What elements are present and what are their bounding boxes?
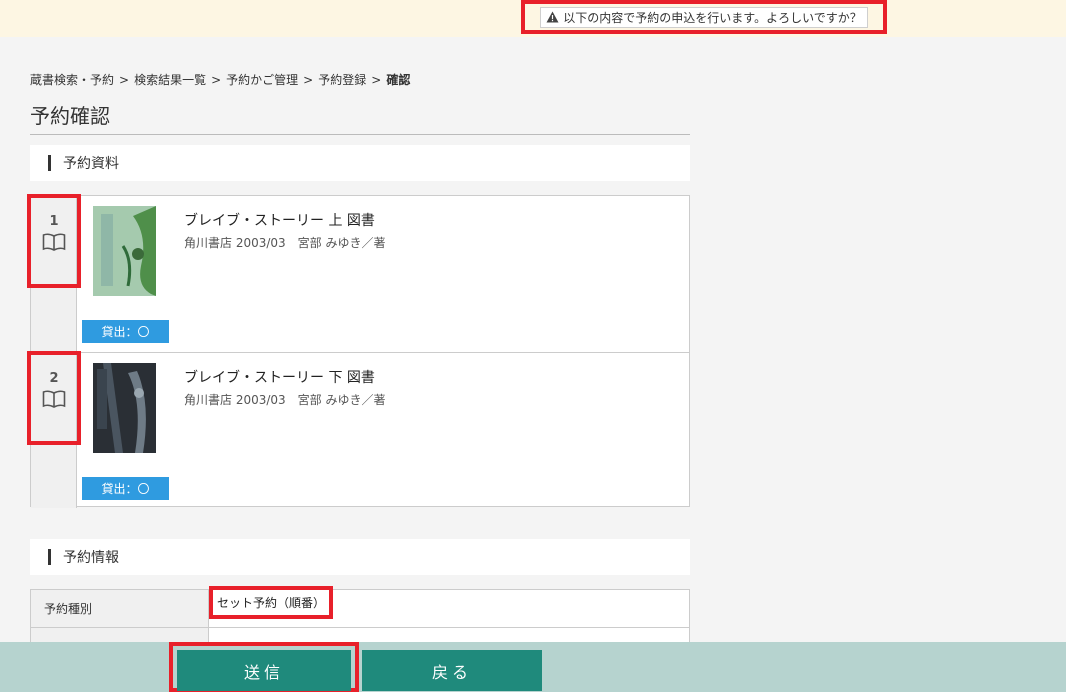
send-button[interactable]: 送信 [177, 650, 351, 691]
breadcrumb-results[interactable]: 検索結果一覧 [134, 73, 206, 87]
item-title-link[interactable]: ブレイブ・ストーリー 下 図書 [184, 367, 375, 387]
item-number: 1 [49, 214, 59, 229]
breadcrumb-search[interactable]: 蔵書検索・予約 [30, 73, 114, 87]
item-body: 貸出：〇 ブレイブ・ストーリー 下 図書 角川書店 2003/03 宮部 みゆき… [77, 353, 689, 508]
item-number: 2 [49, 371, 59, 386]
notice-message: 以下の内容で予約の申込を行います。よろしいですか？ [540, 6, 868, 28]
breadcrumb: 蔵書検索・予約 > 検索結果一覧 > 予約かご管理 > 予約登録 > 確認 [30, 71, 410, 88]
loan-status-badge: 貸出：〇 [82, 477, 169, 500]
book-cover-image[interactable] [93, 363, 156, 453]
confirmation-notice: 以下の内容で予約の申込を行います。よろしいですか？ [521, 0, 887, 34]
info-value: セット予約（順番） [209, 586, 333, 619]
page-title: 予約確認 [30, 100, 690, 135]
item-title-link[interactable]: ブレイブ・ストーリー 上 図書 [184, 210, 375, 230]
info-label: 予約種別 [31, 590, 209, 627]
loan-status-badge: 貸出：〇 [82, 320, 169, 343]
item-number-cell: 2 [27, 351, 81, 508]
item-number-cell: 1 [27, 194, 81, 352]
book-icon [42, 233, 66, 251]
item-body: 貸出：〇 ブレイブ・ストーリー 上 図書 角川書店 2003/03 宮部 みゆき… [77, 196, 689, 352]
breadcrumb-basket[interactable]: 予約かご管理 [226, 73, 298, 87]
item-number-box: 2 [27, 351, 81, 445]
breadcrumb-separator: > [211, 73, 222, 87]
back-button[interactable]: 戻る [362, 650, 542, 691]
book-cover-image[interactable] [93, 206, 156, 296]
info-row-type: 予約種別 セット予約（順番） [31, 586, 689, 627]
breadcrumb-separator: > [119, 73, 130, 87]
item-meta: 角川書店 2003/03 宮部 みゆき／著 [184, 236, 386, 250]
section-title: 予約情報 [63, 550, 119, 566]
breadcrumb-separator: > [371, 73, 382, 87]
item-meta: 角川書店 2003/03 宮部 みゆき／著 [184, 393, 386, 407]
section-header-info: 予約情報 [30, 539, 690, 575]
breadcrumb-separator: > [303, 73, 314, 87]
reservation-items: 1 貸出：〇 ブレイブ・ストーリー 上 図書 角川書店 2003/03 宮部 み… [27, 194, 690, 508]
section-bar [48, 549, 51, 565]
notice-text: 以下の内容で予約の申込を行います。よろしいですか？ [563, 10, 862, 25]
section-bar [48, 155, 51, 171]
info-value-cell: セット予約（順番） [209, 586, 689, 627]
item-number-box: 1 [27, 194, 81, 288]
list-item: 1 貸出：〇 ブレイブ・ストーリー 上 図書 角川書店 2003/03 宮部 み… [27, 194, 689, 352]
breadcrumb-current: 確認 [386, 73, 411, 87]
warning-icon [546, 11, 559, 23]
book-icon [42, 390, 66, 408]
section-header-materials: 予約資料 [30, 145, 690, 181]
breadcrumb-register[interactable]: 予約登録 [318, 73, 366, 87]
list-item: 2 貸出：〇 ブレイブ・ストーリー 下 図書 角川書店 2003/03 宮部 み… [27, 351, 689, 508]
section-title: 予約資料 [63, 156, 119, 172]
